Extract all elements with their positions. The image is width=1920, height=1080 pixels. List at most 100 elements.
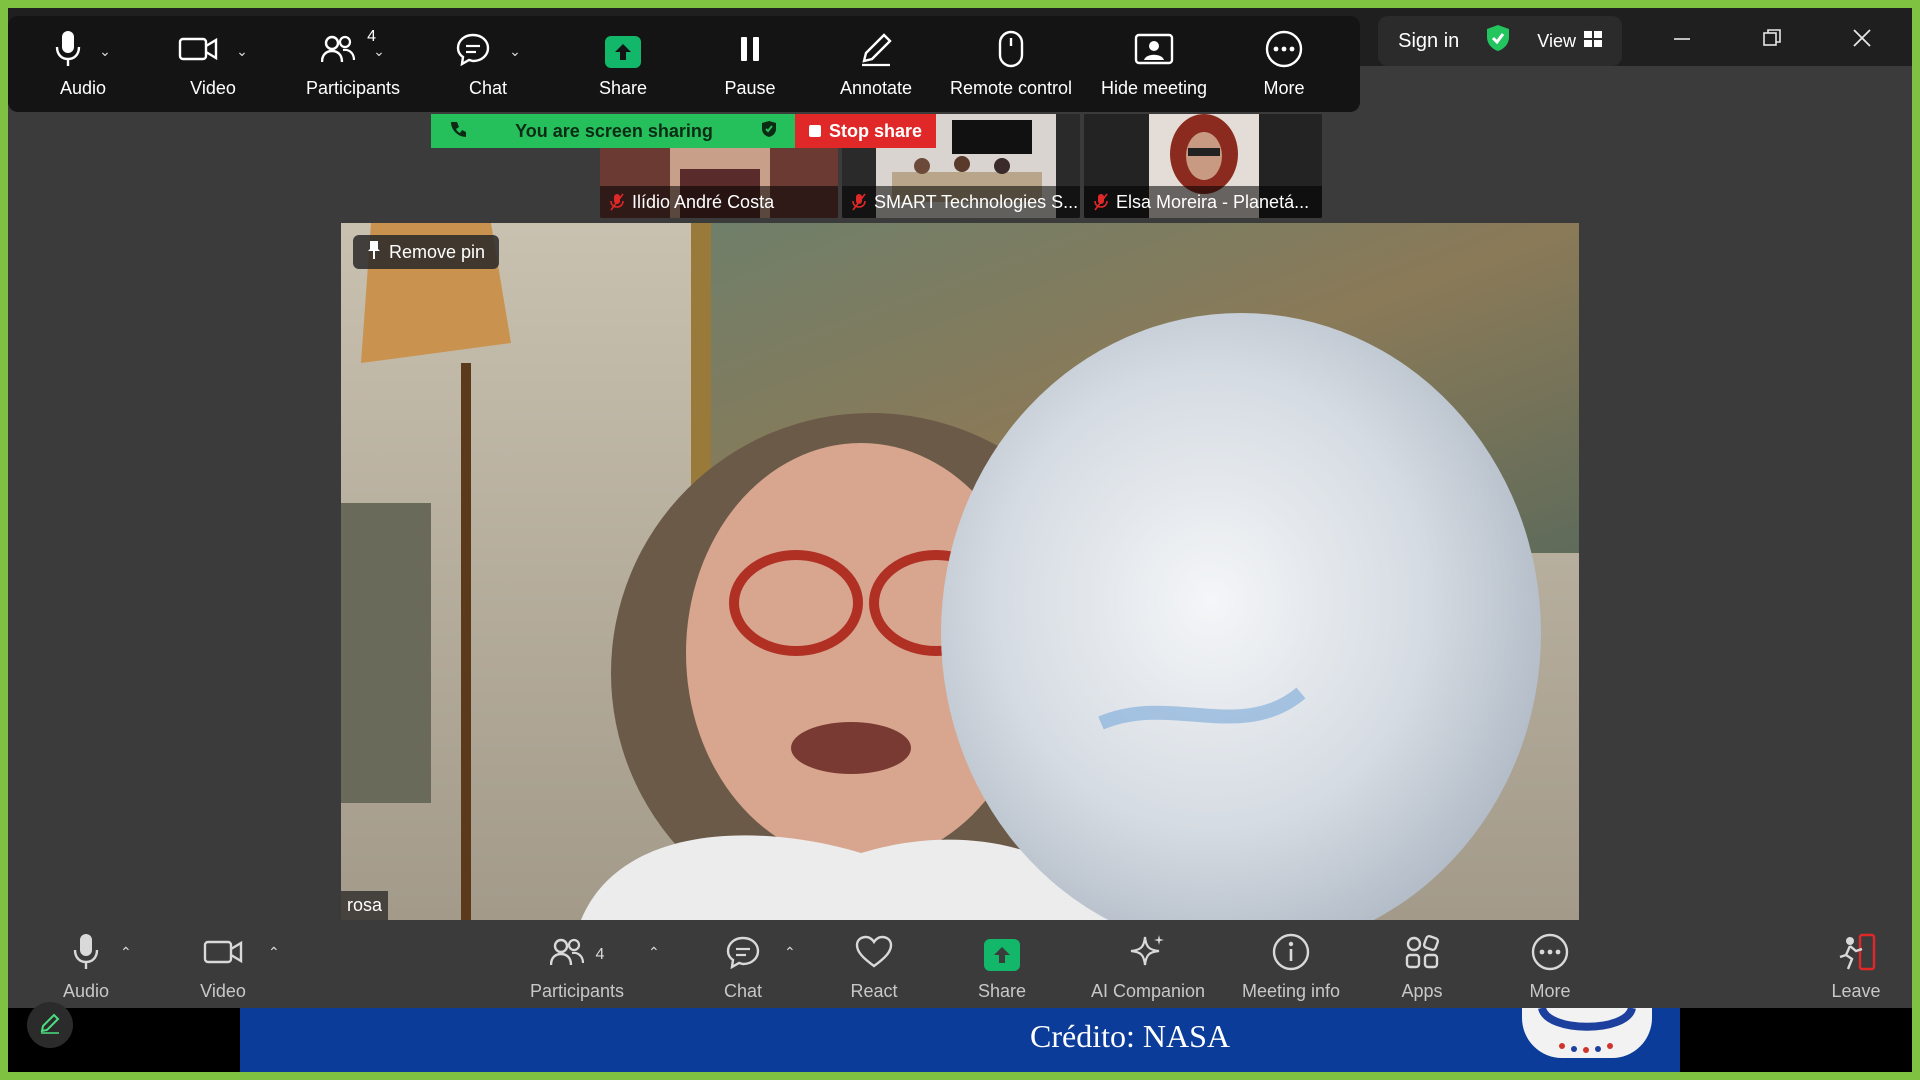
bottom-chat-label: Chat	[723, 980, 763, 1001]
screen-sharing-banner: You are screen sharing Stop share	[431, 114, 936, 148]
muted-microphone-icon	[1094, 193, 1108, 211]
toolbar-hide-meeting-label: Hide meeting	[1100, 77, 1208, 98]
toolbar-hide-meeting-button[interactable]: Hide meeting	[1082, 16, 1226, 112]
bottom-participants-button[interactable]: 4 Participants	[516, 928, 638, 1008]
toolbar-share-label: Share	[598, 77, 648, 98]
account-group: Sign in View	[1378, 16, 1622, 66]
hide-meeting-icon	[1134, 33, 1174, 70]
bottom-ai-companion-button[interactable]: AI Companion	[1078, 928, 1218, 1008]
stop-icon	[808, 121, 821, 142]
share-screen-icon	[605, 35, 641, 68]
chevron-up-icon[interactable]: ⌃	[268, 944, 280, 961]
shield-check-icon[interactable]	[1485, 24, 1511, 58]
bottom-apps-button[interactable]: Apps	[1382, 928, 1462, 1008]
bottom-meeting-info-label: Meeting info	[1241, 980, 1341, 1001]
slide-logo	[1522, 1006, 1652, 1058]
chevron-up-icon[interactable]: ⌃	[120, 944, 132, 961]
annotation-toggle-button[interactable]	[27, 1002, 73, 1048]
muted-microphone-icon	[610, 193, 624, 211]
toolbar-annotate-button[interactable]: Annotate	[812, 16, 940, 112]
leave-icon	[1836, 933, 1876, 976]
minimize-icon[interactable]	[1652, 27, 1712, 55]
more-icon	[1265, 30, 1303, 73]
participant-name: Ilídio André Costa	[632, 191, 775, 212]
toolbar-video-button[interactable]: ⌄ Video	[138, 16, 288, 112]
title-bar-controls: Sign in View	[1378, 16, 1892, 66]
toolbar-participants-label: Participants	[305, 77, 401, 98]
meeting-controls-bar: Audio ⌃ Video ⌃ 4 Participants ⌃ Chat ⌃ …	[8, 928, 1912, 1008]
bottom-react-label: React	[850, 980, 898, 1001]
toolbar-audio-label: Audio	[59, 77, 107, 98]
speaker-name-tag: rosa	[341, 891, 389, 920]
bottom-chat-button[interactable]: Chat	[708, 928, 778, 1008]
chat-icon	[725, 935, 761, 974]
toolbar-pause-button[interactable]: Pause	[688, 16, 812, 112]
pencil-icon	[858, 31, 894, 72]
share-screen-icon	[984, 938, 1020, 971]
toolbar-video-label: Video	[190, 77, 236, 98]
bottom-react-button[interactable]: React	[834, 928, 914, 1008]
bottom-share-label: Share	[977, 980, 1027, 1001]
chevron-down-icon[interactable]: ⌄	[236, 43, 248, 60]
bottom-more-button[interactable]: More	[1510, 928, 1590, 1008]
participant-name-tag: Elsa Moreira - Planetá...	[1084, 186, 1322, 218]
bottom-meeting-info-button[interactable]: Meeting info	[1226, 928, 1356, 1008]
bottom-share-button[interactable]: Share	[962, 928, 1042, 1008]
heart-icon	[855, 935, 893, 974]
pencil-icon	[39, 1012, 61, 1039]
participants-icon	[549, 937, 584, 972]
sharing-status[interactable]: You are screen sharing	[431, 114, 795, 148]
grid-view-icon	[1584, 30, 1602, 52]
toolbar-share-button[interactable]: Share	[558, 16, 688, 112]
bottom-leave-button[interactable]: Leave	[1820, 928, 1892, 1008]
apps-icon	[1404, 934, 1440, 975]
bottom-audio-label: Audio	[62, 980, 110, 1001]
restore-icon[interactable]	[1742, 27, 1802, 55]
pinned-video[interactable]: Remove pin rosa	[341, 223, 1579, 920]
toolbar-chat-label: Chat	[468, 77, 508, 98]
toolbar-pause-label: Pause	[724, 77, 776, 98]
stop-share-button[interactable]: Stop share	[795, 114, 936, 148]
chevron-down-icon[interactable]: ⌄	[99, 43, 111, 60]
chat-icon	[455, 32, 491, 71]
bottom-audio-button[interactable]: Audio	[40, 928, 132, 1008]
video-camera-icon	[203, 939, 243, 970]
phone-arrow-icon	[449, 120, 467, 143]
toolbar-audio-button[interactable]: ⌄ Audio	[28, 16, 138, 112]
toolbar-participants-button[interactable]: ⌄ 4 Participants	[288, 16, 418, 112]
shared-slide: Crédito: NASA	[240, 1006, 1680, 1072]
sign-in-link[interactable]: Sign in	[1398, 30, 1459, 53]
microphone-icon	[55, 30, 81, 73]
microphone-icon	[73, 933, 99, 976]
participant-name: Elsa Moreira - Planetá...	[1116, 191, 1310, 212]
participant-thumbnail[interactable]: Elsa Moreira - Planetá...	[1084, 114, 1322, 218]
chevron-up-icon[interactable]: ⌃	[784, 944, 796, 961]
shared-screen-margin	[1680, 1008, 1912, 1072]
sharing-status-text: You are screen sharing	[515, 120, 713, 141]
participant-name: SMART Technologies S...	[874, 191, 1079, 212]
toolbar-more-button[interactable]: More	[1226, 16, 1342, 112]
toolbar-more-label: More	[1263, 77, 1305, 98]
bottom-video-label: Video	[200, 980, 246, 1001]
participants-icon	[320, 34, 356, 69]
view-button[interactable]: View	[1537, 30, 1602, 52]
participant-name-tag: SMART Technologies S...	[842, 186, 1080, 218]
bottom-video-button[interactable]: Video	[172, 928, 274, 1008]
toolbar-remote-control-button[interactable]: Remote control	[940, 16, 1082, 112]
participants-count: 4	[367, 28, 376, 45]
stop-share-label: Stop share	[828, 120, 923, 141]
shield-icon	[761, 120, 777, 143]
remove-pin-button[interactable]: Remove pin	[353, 235, 500, 269]
bottom-more-label: More	[1529, 980, 1571, 1001]
toolbar-annotate-label: Annotate	[839, 77, 913, 98]
pin-icon	[367, 240, 381, 265]
bottom-ai-companion-label: AI Companion	[1090, 980, 1206, 1001]
bottom-participants-label: Participants	[529, 980, 625, 1001]
pause-icon	[738, 35, 762, 68]
toolbar-chat-button[interactable]: ⌄ Chat	[418, 16, 558, 112]
slide-credit-text: Crédito: NASA	[1030, 1018, 1230, 1054]
bottom-apps-label: Apps	[1401, 980, 1443, 1001]
chevron-down-icon[interactable]: ⌄	[509, 43, 521, 60]
close-icon[interactable]	[1832, 27, 1892, 55]
chevron-up-icon[interactable]: ⌃	[648, 944, 660, 961]
